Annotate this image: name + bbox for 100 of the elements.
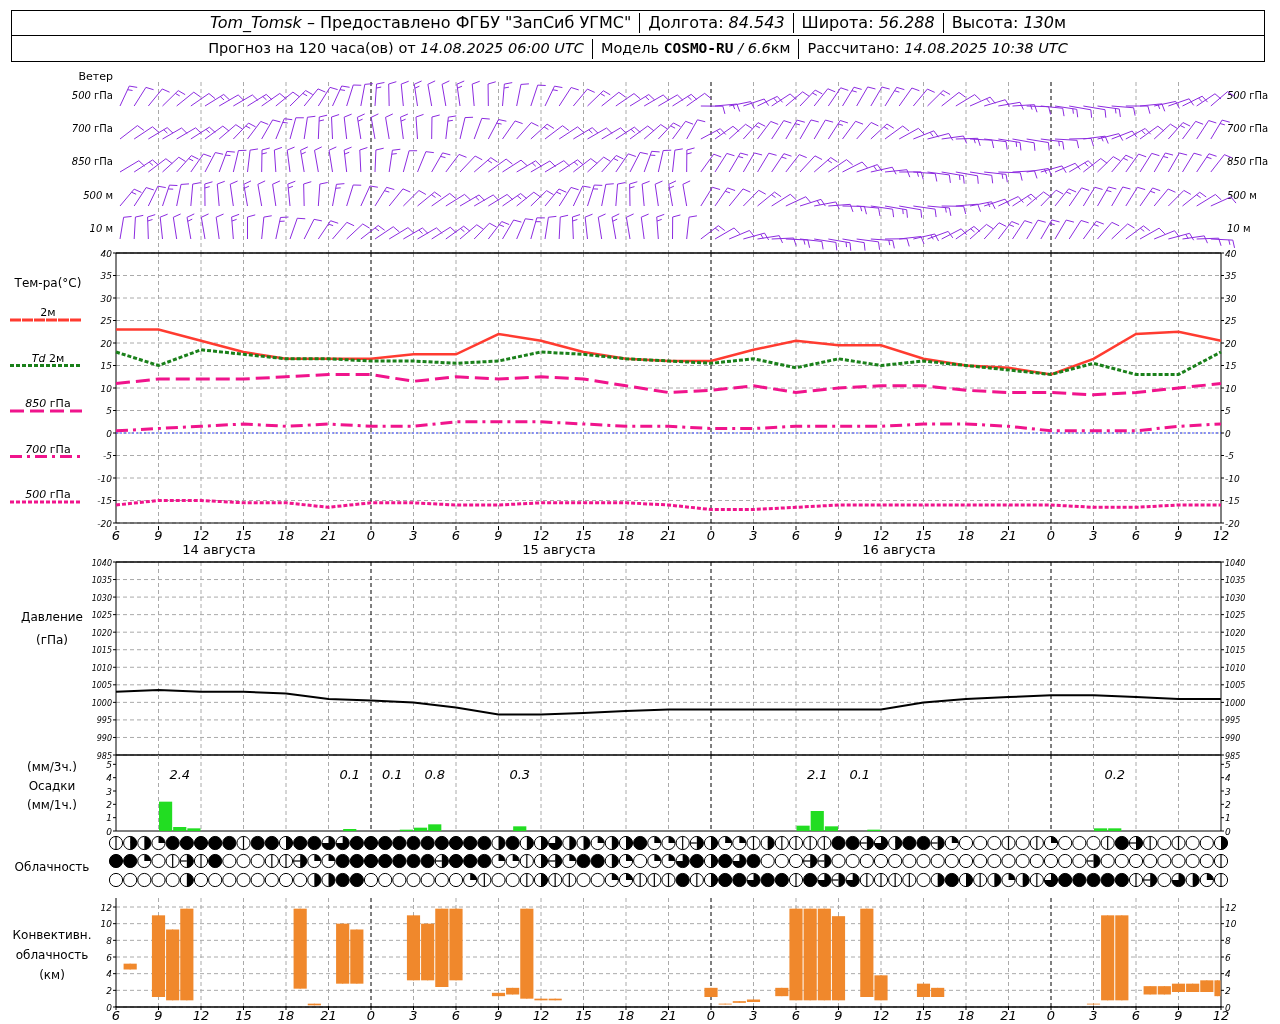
axis-tick-label: 2 [1225,985,1231,996]
cloud-layer-bar [406,914,421,981]
axis-tick-label: 1005 [1225,681,1246,691]
axis-tick-label: 6 [791,1008,801,1023]
cloud-layer-bar [307,1003,321,1006]
legend-label: Td 2м [31,351,65,365]
axis-tick-label: 10 [100,919,112,930]
axis-tick-label: 15 [100,361,112,371]
axis-tick-label: -5 [103,451,112,461]
axis-tick-label: 995 [1225,716,1241,726]
axis-tick-label: 3 [1089,528,1098,543]
axis-tick-label: -15 [1225,496,1240,506]
axis-tick-label: 12 [192,528,210,543]
axis-tick-label: 3 [409,1008,418,1023]
precipitation-total: 0.1 [339,767,361,782]
axis-tick-label: 2 [1225,799,1231,810]
axis-tick-label: 2 [106,985,112,996]
axis-tick-label: 15 [235,1008,252,1023]
axis-tick-label: 0 [106,428,112,439]
precipitation-total: 0.2 [1104,767,1126,782]
axis-tick-label: 0 [1046,528,1056,543]
axis-tick-label: 18 [617,1008,635,1023]
header-text: Модель COSMO-RU / 6.6км [599,38,792,58]
cloud-layer-bar [916,983,931,998]
axis-tick-label: 1010 [91,663,112,673]
axis-tick-label: 5 [1225,759,1231,770]
axis-tick-label: 3 [409,528,418,543]
chart-title: Тем-ра(°C) [14,276,82,290]
axis-tick-label: 9 [834,1008,843,1023]
level-label: 850 гПа [71,156,113,167]
precipitation-total: 2.1 [806,767,828,782]
axis-tick-label: 3 [749,528,758,543]
header-text: Высота: 130м [950,12,1068,34]
axis-tick-label: 12 [872,1008,890,1023]
header-text: Tom_Tomsk – Предоставлено ФГБУ "ЗапСиб УГМС" [208,12,633,34]
axis-tick-label: 5 [106,406,112,416]
axis-tick-label: 12 [1225,902,1237,913]
axis-tick-label: 4 [106,773,112,784]
axis-tick-label: 985 [1225,751,1241,761]
axis-tick-label: 1035 [91,576,112,586]
axis-tick-label: 9 [494,1008,503,1023]
cloud-layer-bar [350,929,364,985]
date-label: 15 августа [522,542,596,557]
axis-tick-label: 15 [915,528,932,543]
axis-tick-label: 18 [277,1008,295,1023]
axis-tick-label: 35 [1225,271,1237,281]
level-label: 500 гПа [71,90,113,101]
axis-tick-label: 20 [1225,338,1237,349]
axis-tick-label: 15 [575,528,592,543]
legend-label: 700 гПа [25,442,71,456]
axis-tick-label: 18 [277,528,295,543]
date-label: 14 августа [182,542,256,557]
header-text: Рассчитано: 14.08.2025 10:38 UTC [806,38,1069,58]
level-label: 10 м [89,223,113,234]
axis-tick-label: -15 [97,496,112,506]
legend-label: 850 гПа [25,397,71,410]
axis-tick-label: 1040 [91,558,112,568]
axis-tick-label: 6 [451,1008,461,1023]
precipitation-bar [513,826,527,831]
axis-tick-label: 6 [1225,952,1231,963]
cloud-layer-bar [123,963,137,970]
axis-tick-label: 40 [1225,248,1237,259]
axis-tick-label: 6 [451,528,461,543]
axis-tick-label: 6 [1131,1008,1141,1023]
axis-tick-label: 6 [1131,528,1141,543]
axis-tick-label: 30 [1225,293,1237,304]
axis-tick-label: 1025 [1225,611,1246,621]
axis-tick-label: 21 [660,528,677,543]
axis-tick-label: 25 [1225,316,1237,326]
axis-tick-label: 1030 [1225,593,1246,603]
cloud-layer-bar [1171,983,1186,993]
axis-tick-label: 21 [1000,1008,1017,1023]
axis-tick-label: 0 [706,1008,716,1023]
axis-tick-label: 12 [872,528,890,543]
axis-tick-label: 4 [1225,773,1231,784]
axis-tick-label: 4 [1225,969,1231,980]
axis-tick-label: 3 [1225,786,1231,797]
axis-title: Осадки [28,779,76,793]
axis-tick-label: 2 [106,799,112,810]
axis-tick-label: 6 [111,528,121,543]
axis-tick-label: 1000 [91,698,112,708]
precipitation-total: 0.3 [509,767,531,782]
axis-tick-label: 4 [106,969,112,980]
axis-tick-label: 1 [106,813,112,824]
axis-tick-label: 0 [1225,428,1231,439]
cloud-layer-bar [336,923,350,985]
axis-title: (мм/3ч.) [26,760,78,774]
axis-tick-label: 990 [96,733,112,743]
axis-tick-label: 30 [100,293,112,304]
axis-tick-label: 0 [1225,826,1231,837]
axis-tick-label: 15 [1225,361,1237,371]
precipitation-total: 0.1 [849,767,871,782]
axis-title: Конвективн. [12,928,92,942]
axis-tick-label: 6 [791,528,801,543]
axis-tick-label: 1020 [1225,628,1246,638]
axis-tick-label: 9 [1174,528,1183,543]
axis-title: облачность [15,948,89,962]
cloud-layer-bar [421,923,435,981]
axis-tick-label: 12 [1212,528,1230,543]
axis-tick-label: 21 [660,1008,677,1023]
